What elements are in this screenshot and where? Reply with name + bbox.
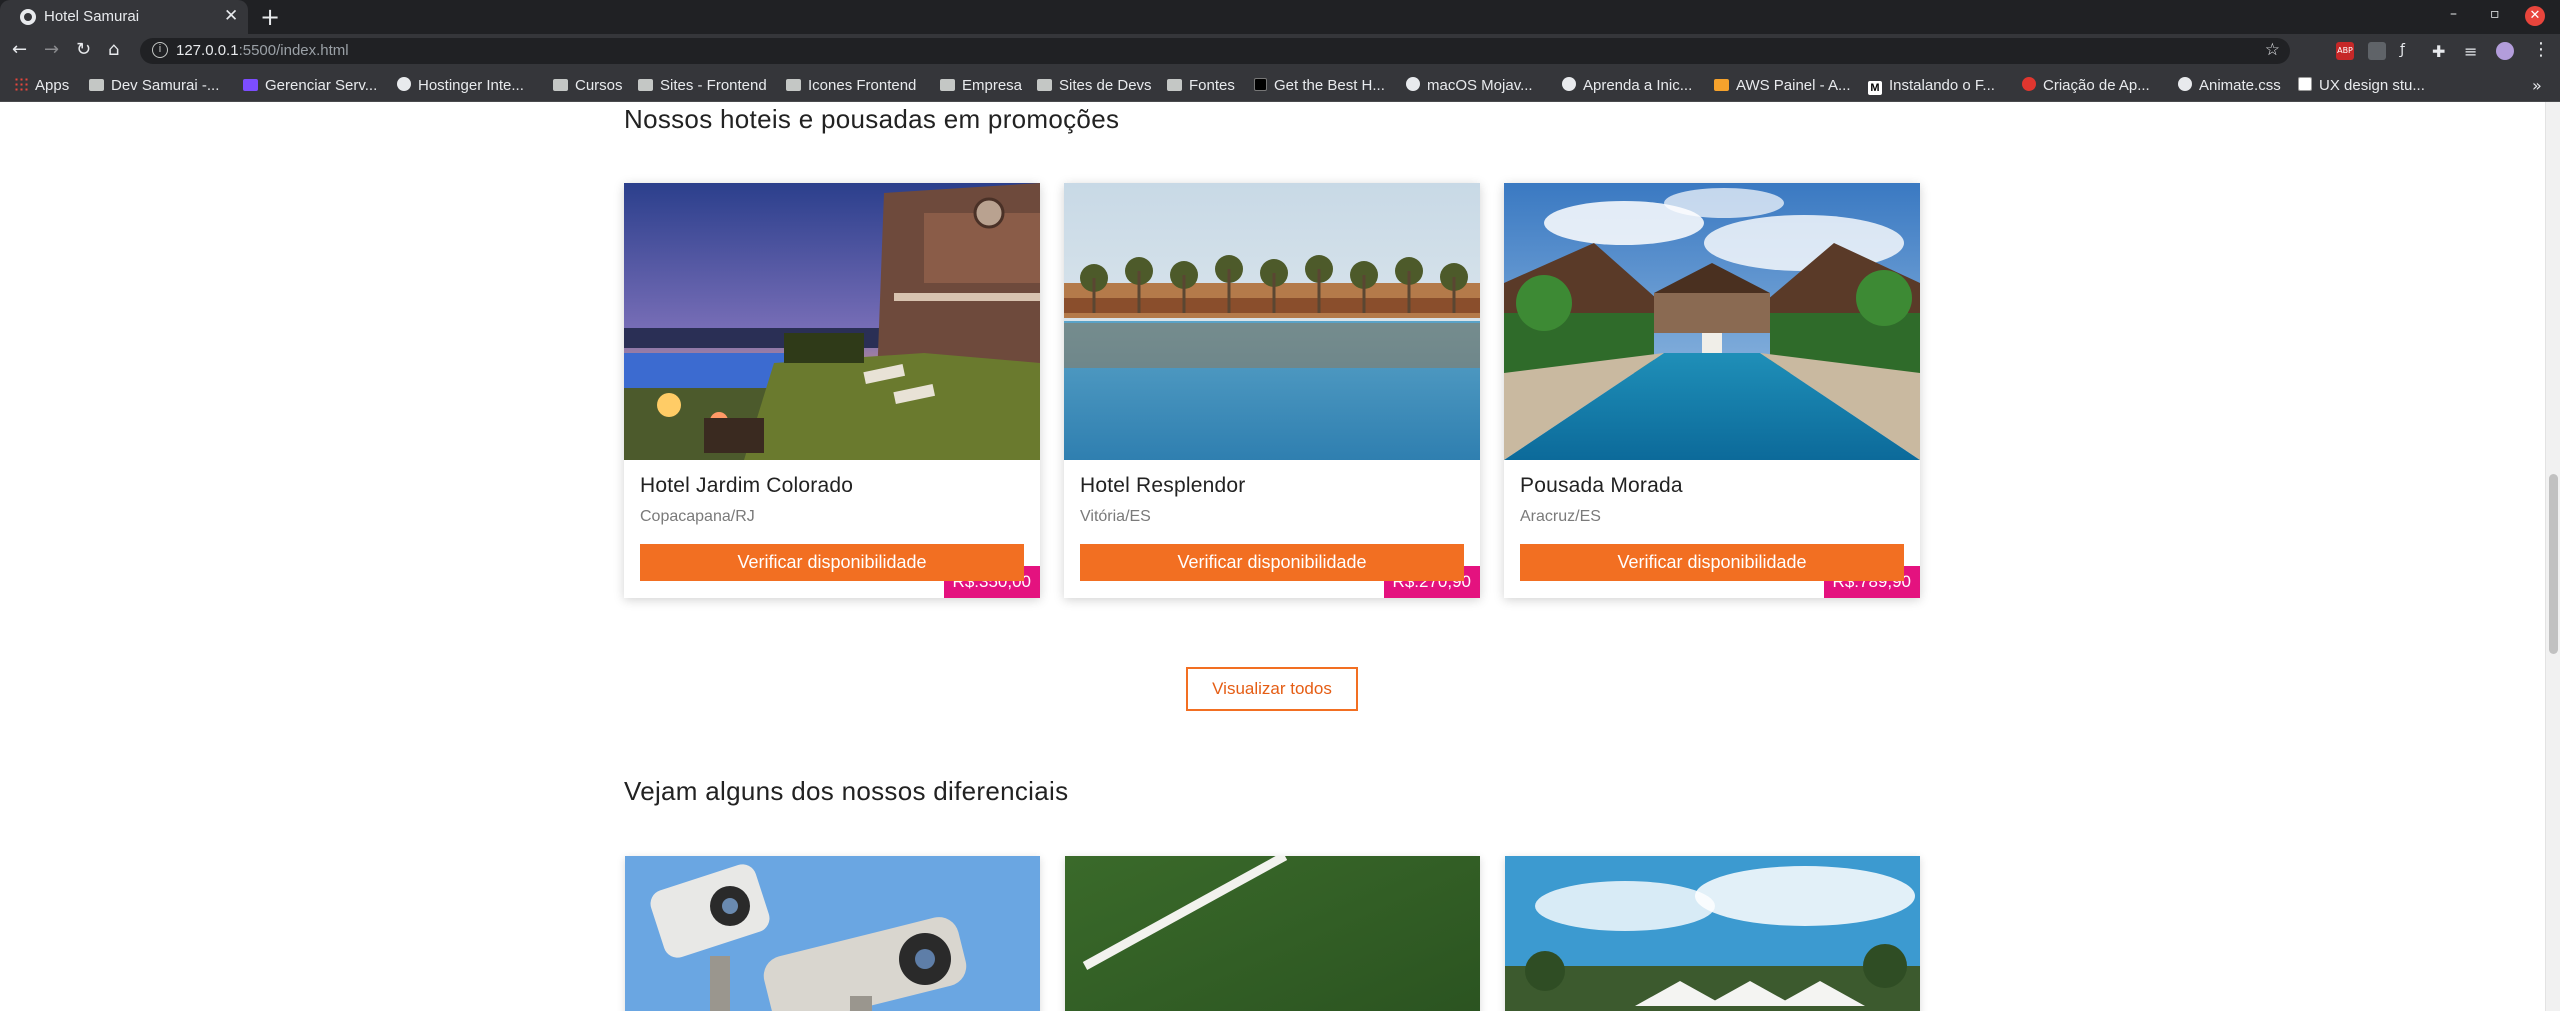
features-section-title: Vejam alguns dos nossos diferenciais bbox=[624, 776, 1069, 806]
folder-icon bbox=[553, 79, 568, 91]
restore-icon[interactable]: ▫ bbox=[2490, 6, 2500, 22]
close-tab-icon[interactable]: ✕ bbox=[224, 6, 238, 26]
extensions-puzzle-icon[interactable]: ✚ bbox=[2432, 42, 2450, 61]
globe-icon bbox=[20, 9, 36, 25]
site-info-icon[interactable]: i bbox=[152, 42, 168, 58]
browser-tab[interactable]: Hotel Samurai ✕ bbox=[0, 0, 248, 34]
hostinger-icon bbox=[243, 79, 258, 91]
check-availability-button[interactable]: Verificar disponibilidade bbox=[1520, 544, 1904, 581]
hotel-photo bbox=[624, 183, 1040, 460]
check-availability-button[interactable]: Verificar disponibilidade bbox=[1080, 544, 1464, 581]
scrollbar-thumb[interactable] bbox=[2549, 474, 2558, 654]
hotel-name: Hotel Jardim Colorado bbox=[640, 474, 854, 497]
globe-icon bbox=[397, 77, 411, 91]
window-close-icon[interactable]: ✕ bbox=[2525, 6, 2545, 26]
extension-icon[interactable] bbox=[2368, 42, 2386, 60]
browser-menu-icon[interactable]: ⋮ bbox=[2532, 39, 2550, 60]
hotel-photo bbox=[1064, 183, 1480, 460]
hotel-card: R$:270,90 Hotel Resplendor Vitória/ES Ve… bbox=[1064, 183, 1480, 598]
page-viewport: Nossos hoteis e pousadas em promoções R$… bbox=[0, 102, 2545, 1011]
feature-image-outdoor bbox=[1505, 856, 1920, 1011]
bookmark-item[interactable]: M Instalando o F... bbox=[1868, 77, 1995, 95]
bookmark-item[interactable]: Cursos bbox=[553, 77, 623, 94]
hotel-name: Pousada Morada bbox=[1520, 474, 1683, 497]
bookmarks-bar: Apps Dev Samurai -... Gerenciar Serv... … bbox=[0, 68, 2560, 102]
hotel-photo bbox=[1504, 183, 1920, 460]
bookmark-item[interactable]: Dev Samurai -... bbox=[89, 77, 219, 94]
page-scrollbar[interactable] bbox=[2545, 102, 2560, 1011]
medium-icon: M bbox=[1868, 81, 1882, 95]
bookmark-item[interactable]: macOS Mojav... bbox=[1406, 77, 1533, 94]
hotel-location: Vitória/ES bbox=[1080, 508, 1151, 525]
folder-icon bbox=[638, 79, 653, 91]
reading-list-icon[interactable]: ≡ bbox=[2464, 42, 2482, 61]
bookmark-item[interactable]: Empresa bbox=[940, 77, 1022, 94]
dark-square-icon bbox=[1254, 78, 1267, 91]
feature-image-security bbox=[625, 856, 1040, 1011]
profile-avatar[interactable] bbox=[2496, 42, 2514, 60]
bookmark-item[interactable]: Animate.css bbox=[2178, 77, 2281, 94]
view-all-button[interactable]: Visualizar todos bbox=[1186, 667, 1358, 711]
folder-icon bbox=[1167, 79, 1182, 91]
home-icon[interactable]: ⌂ bbox=[108, 39, 119, 60]
check-availability-button[interactable]: Verificar disponibilidade bbox=[640, 544, 1024, 581]
folder-icon bbox=[940, 79, 955, 91]
forward-icon[interactable]: → bbox=[44, 39, 59, 60]
address-bar[interactable]: i 127.0.0.1:5500/index.html ☆ bbox=[140, 38, 2290, 64]
feature-image-sports bbox=[1065, 856, 1480, 1011]
bookmark-item[interactable]: Apps bbox=[14, 77, 69, 94]
formula-extension-icon[interactable]: ƒ bbox=[2400, 42, 2418, 60]
minimize-icon[interactable]: – bbox=[2450, 6, 2457, 22]
hotel-location: Copacapana/RJ bbox=[640, 508, 755, 525]
hotel-location: Aracruz/ES bbox=[1520, 508, 1601, 525]
browser-tab-strip: Hotel Samurai ✕ + – ▫ ✕ bbox=[0, 0, 2560, 34]
bookmark-item[interactable]: Hostinger Inte... bbox=[397, 77, 524, 94]
bookmark-item[interactable]: Gerenciar Serv... bbox=[243, 77, 377, 94]
aws-icon bbox=[1714, 79, 1729, 91]
hotel-card: R$:789,90 Pousada Morada Aracruz/ES Veri… bbox=[1504, 183, 1920, 598]
adblock-icon[interactable]: ABP bbox=[2336, 42, 2354, 60]
red-logo-icon bbox=[2022, 77, 2036, 91]
new-tab-icon[interactable]: + bbox=[260, 3, 280, 31]
bookmark-item[interactable]: Sites - Frontend bbox=[638, 77, 767, 94]
hotel-card: R$:350,00 Hotel Jardim Colorado Copacapa… bbox=[624, 183, 1040, 598]
bookmarks-overflow-icon[interactable]: » bbox=[2532, 76, 2542, 95]
browser-toolbar: ← → ↻ ⌂ i 127.0.0.1:5500/index.html ☆ AB… bbox=[0, 34, 2560, 68]
promo-section-title: Nossos hoteis e pousadas em promoções bbox=[624, 104, 1120, 134]
bookmark-item[interactable]: Aprenda a Inic... bbox=[1562, 77, 1692, 94]
globe-icon bbox=[1562, 77, 1576, 91]
globe-icon bbox=[2178, 77, 2192, 91]
bookmark-item[interactable]: AWS Painel - A... bbox=[1714, 77, 1851, 94]
url-text: 127.0.0.1:5500/index.html bbox=[176, 42, 349, 59]
folder-icon bbox=[1037, 79, 1052, 91]
bookmark-item[interactable]: Get the Best H... bbox=[1254, 77, 1385, 94]
bookmark-item[interactable]: UX design stu... bbox=[2298, 77, 2425, 94]
bookmark-item[interactable]: Fontes bbox=[1167, 77, 1235, 94]
hotel-name: Hotel Resplendor bbox=[1080, 474, 1246, 497]
globe-icon bbox=[1406, 77, 1420, 91]
bookmark-item[interactable]: Icones Frontend bbox=[786, 77, 916, 94]
folder-icon bbox=[89, 79, 104, 91]
back-icon[interactable]: ← bbox=[12, 39, 27, 60]
bookmark-item[interactable]: Criação de Ap... bbox=[2022, 77, 2150, 94]
tab-title: Hotel Samurai bbox=[44, 8, 140, 25]
reload-icon[interactable]: ↻ bbox=[76, 39, 91, 60]
folder-icon bbox=[786, 79, 801, 91]
bookmark-item[interactable]: Sites de Devs bbox=[1037, 77, 1152, 94]
apps-grid-icon bbox=[14, 77, 28, 91]
bookmark-star-icon[interactable]: ☆ bbox=[2265, 40, 2280, 60]
ux-icon bbox=[2298, 77, 2312, 91]
